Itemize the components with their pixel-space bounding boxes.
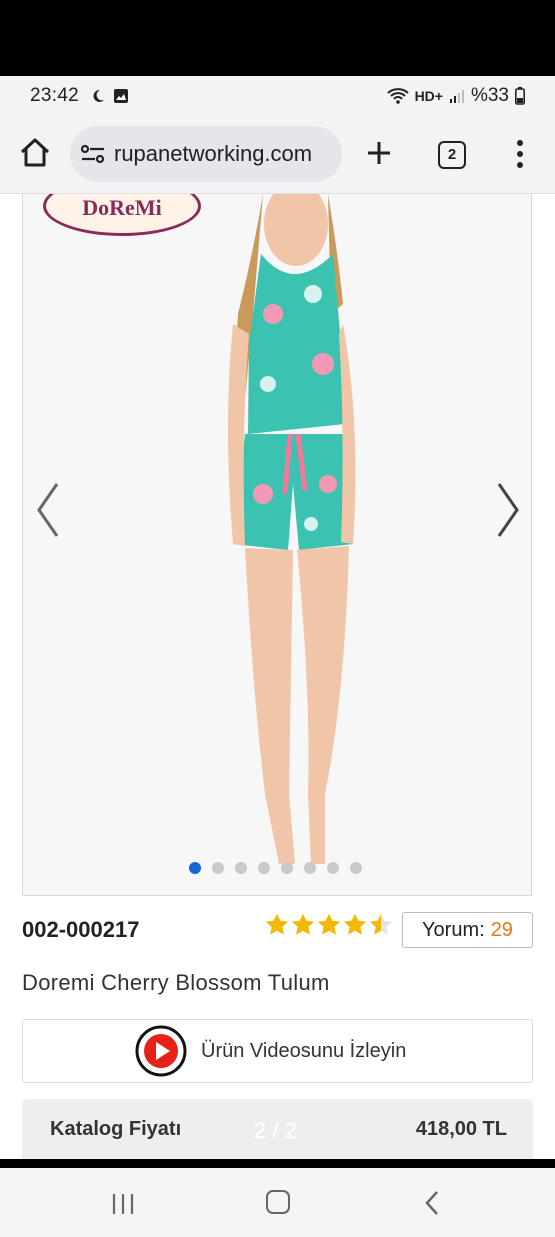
url-text: rupanetworking.com (114, 141, 313, 166)
battery-icon (515, 87, 525, 105)
address-bar[interactable]: rupanetworking.com (70, 126, 342, 182)
carousel-dot[interactable] (281, 862, 293, 874)
carousel-dots (189, 862, 362, 874)
star-icon (291, 913, 315, 935)
tab-count: 2 (447, 146, 457, 163)
carousel-dot[interactable] (327, 862, 339, 874)
carousel-dot[interactable] (212, 862, 224, 874)
new-tab-icon[interactable] (364, 136, 394, 170)
review-count: 29 (490, 918, 513, 941)
wifi-icon (386, 88, 409, 104)
rating-stars (264, 912, 394, 938)
back-icon[interactable] (424, 1190, 440, 1216)
page-indicator: 2 / 2 (254, 1118, 297, 1143)
star-icon (369, 913, 393, 935)
network-label: HD+ (414, 88, 443, 104)
product-photo (228, 194, 356, 864)
gallery-icon (114, 89, 129, 103)
battery-percent: %33 (470, 85, 509, 106)
carousel-dot[interactable] (258, 862, 270, 874)
brand-logo: DoReMi (43, 194, 201, 236)
product-image-carousel[interactable]: DoReMi (22, 194, 532, 896)
logo-text: DoReMi (82, 195, 162, 220)
star-icon (317, 913, 341, 935)
product-sku: 002-000217 (22, 917, 140, 942)
video-label: Ürün Videosunu İzleyin (201, 1039, 407, 1062)
menu-icon[interactable] (508, 136, 532, 172)
top-black-bar (0, 0, 555, 76)
product-title: Doremi Cherry Blossom Tulum (22, 970, 330, 995)
tabs-icon[interactable]: 2 (438, 141, 466, 169)
review-label: Yorum: (422, 918, 485, 941)
signal-icon (449, 90, 464, 103)
price-label: Katalog Fiyatı (50, 1117, 182, 1140)
site-settings-icon[interactable] (80, 143, 106, 165)
chevron-left-icon[interactable] (33, 482, 63, 538)
system-nav-bar (0, 1168, 555, 1237)
chevron-right-icon[interactable] (493, 482, 523, 538)
carousel-dot[interactable] (235, 862, 247, 874)
star-icon (265, 913, 289, 935)
price-value: 418,00 TL (415, 1117, 507, 1140)
moon-icon (93, 89, 105, 102)
watch-video-button[interactable]: Ürün Videosunu İzleyin (22, 1019, 533, 1083)
carousel-dot[interactable] (304, 862, 316, 874)
status-time: 23:42 (30, 85, 80, 106)
browser-toolbar: rupanetworking.com 2 (0, 116, 555, 194)
review-count-button[interactable]: Yorum: 29 (402, 912, 533, 948)
carousel-dot[interactable] (350, 862, 362, 874)
star-icon (343, 913, 367, 935)
recents-icon[interactable] (110, 1192, 136, 1216)
home-icon[interactable] (18, 136, 52, 170)
nav-home-icon[interactable] (266, 1190, 290, 1214)
play-video-icon (135, 1025, 187, 1077)
divider-strip (0, 1159, 555, 1168)
status-bar: 23:42 HD+ %33 (0, 76, 555, 116)
carousel-dot[interactable] (189, 862, 201, 874)
